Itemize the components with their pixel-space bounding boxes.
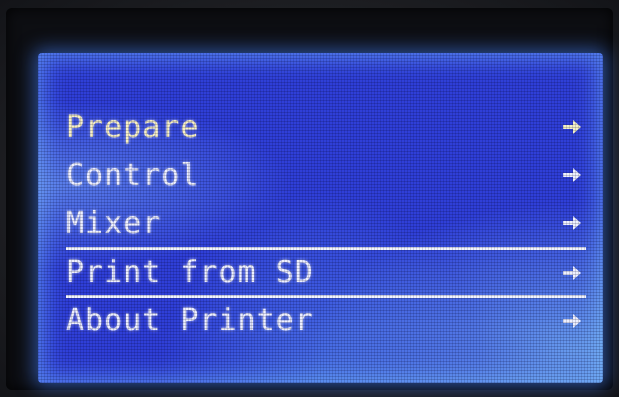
menu-item-label: Prepare bbox=[66, 109, 200, 145]
arrow-right-icon bbox=[563, 216, 581, 230]
menu-item-mixer[interactable]: Mixer bbox=[66, 199, 586, 247]
menu-item-prepare[interactable]: Prepare bbox=[66, 103, 586, 151]
device-photo: Prepare Control Mixer Print from SD Abou… bbox=[0, 0, 619, 397]
menu-item-print-from-sd[interactable]: Print from SD bbox=[66, 247, 586, 295]
menu-item-label: Control bbox=[66, 157, 200, 193]
arrow-right-icon bbox=[563, 120, 581, 134]
arrow-right-icon bbox=[563, 313, 581, 328]
menu-item-about-printer[interactable]: About Printer bbox=[66, 295, 586, 343]
lcd-bezel: Prepare Control Mixer Print from SD Abou… bbox=[6, 8, 613, 390]
lcd-screen: Prepare Control Mixer Print from SD Abou… bbox=[38, 53, 603, 383]
menu-item-label: Mixer bbox=[66, 205, 162, 241]
menu-item-label: About Printer bbox=[66, 303, 314, 338]
arrow-right-icon bbox=[563, 168, 581, 182]
main-menu: Prepare Control Mixer Print from SD Abou… bbox=[66, 103, 586, 343]
menu-item-control[interactable]: Control bbox=[66, 151, 586, 199]
arrow-right-icon bbox=[563, 265, 581, 280]
menu-item-label: Print from SD bbox=[66, 255, 314, 290]
